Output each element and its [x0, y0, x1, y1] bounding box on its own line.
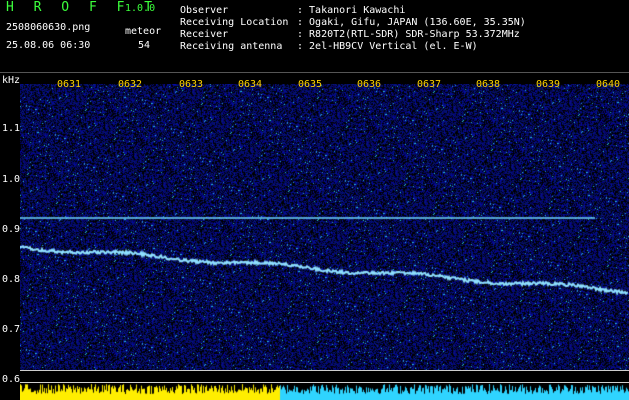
receiver-value: : R820T2(RTL-SDR) SDR-Sharp 53.372MHz [297, 29, 520, 40]
meteor-label: meteor [125, 26, 162, 37]
unit-label: kHz [2, 75, 21, 86]
time-tick-0636: 0636 [357, 79, 382, 90]
meteor-count: 54 [138, 40, 151, 51]
observer-value: : Takanori Kawachi [297, 5, 406, 16]
freq-tick-1.1: 1.1 [2, 123, 21, 134]
baseline-divider-lower [20, 382, 629, 383]
receiver-key: Receiver [180, 29, 229, 40]
app-version: 1.0.0 [125, 3, 156, 14]
time-tick-0632: 0632 [118, 79, 143, 90]
time-tick-0639: 0639 [536, 79, 561, 90]
time-tick-0633: 0633 [179, 79, 204, 90]
time-tick-0634: 0634 [238, 79, 263, 90]
freq-tick-0.6: 0.6 [2, 374, 21, 385]
freq-tick-0.8: 0.8 [2, 274, 21, 285]
time-tick-0637: 0637 [417, 79, 442, 90]
time-tick-0635: 0635 [298, 79, 323, 90]
header-divider [0, 72, 629, 73]
freq-tick-0.9: 0.9 [2, 224, 21, 235]
date-time: 25.08.06 06:30 [6, 40, 91, 51]
time-tick-0640: 0640 [596, 79, 621, 90]
freq-tick-1.0: 1.0 [2, 174, 21, 185]
time-tick-0638: 0638 [476, 79, 501, 90]
time-tick-0631: 0631 [57, 79, 82, 90]
baseline-divider-upper [20, 370, 629, 371]
antenna-value: : 2el-HB9CV Vertical (el. E-W) [297, 41, 478, 52]
hrofft-window: H R O F F T 1.0.0 2508060630.png meteor … [0, 0, 629, 400]
observer-key: Observer [180, 5, 229, 16]
antenna-key: Receiving antenna [180, 41, 283, 52]
location-key: Receiving Location [180, 17, 289, 28]
location-value: : Ogaki, Gifu, JAPAN (136.60E, 35.35N) [297, 17, 526, 28]
freq-tick-0.7: 0.7 [2, 324, 21, 335]
file-name: 2508060630.png [6, 22, 91, 33]
spectrogram-canvas [20, 84, 629, 400]
